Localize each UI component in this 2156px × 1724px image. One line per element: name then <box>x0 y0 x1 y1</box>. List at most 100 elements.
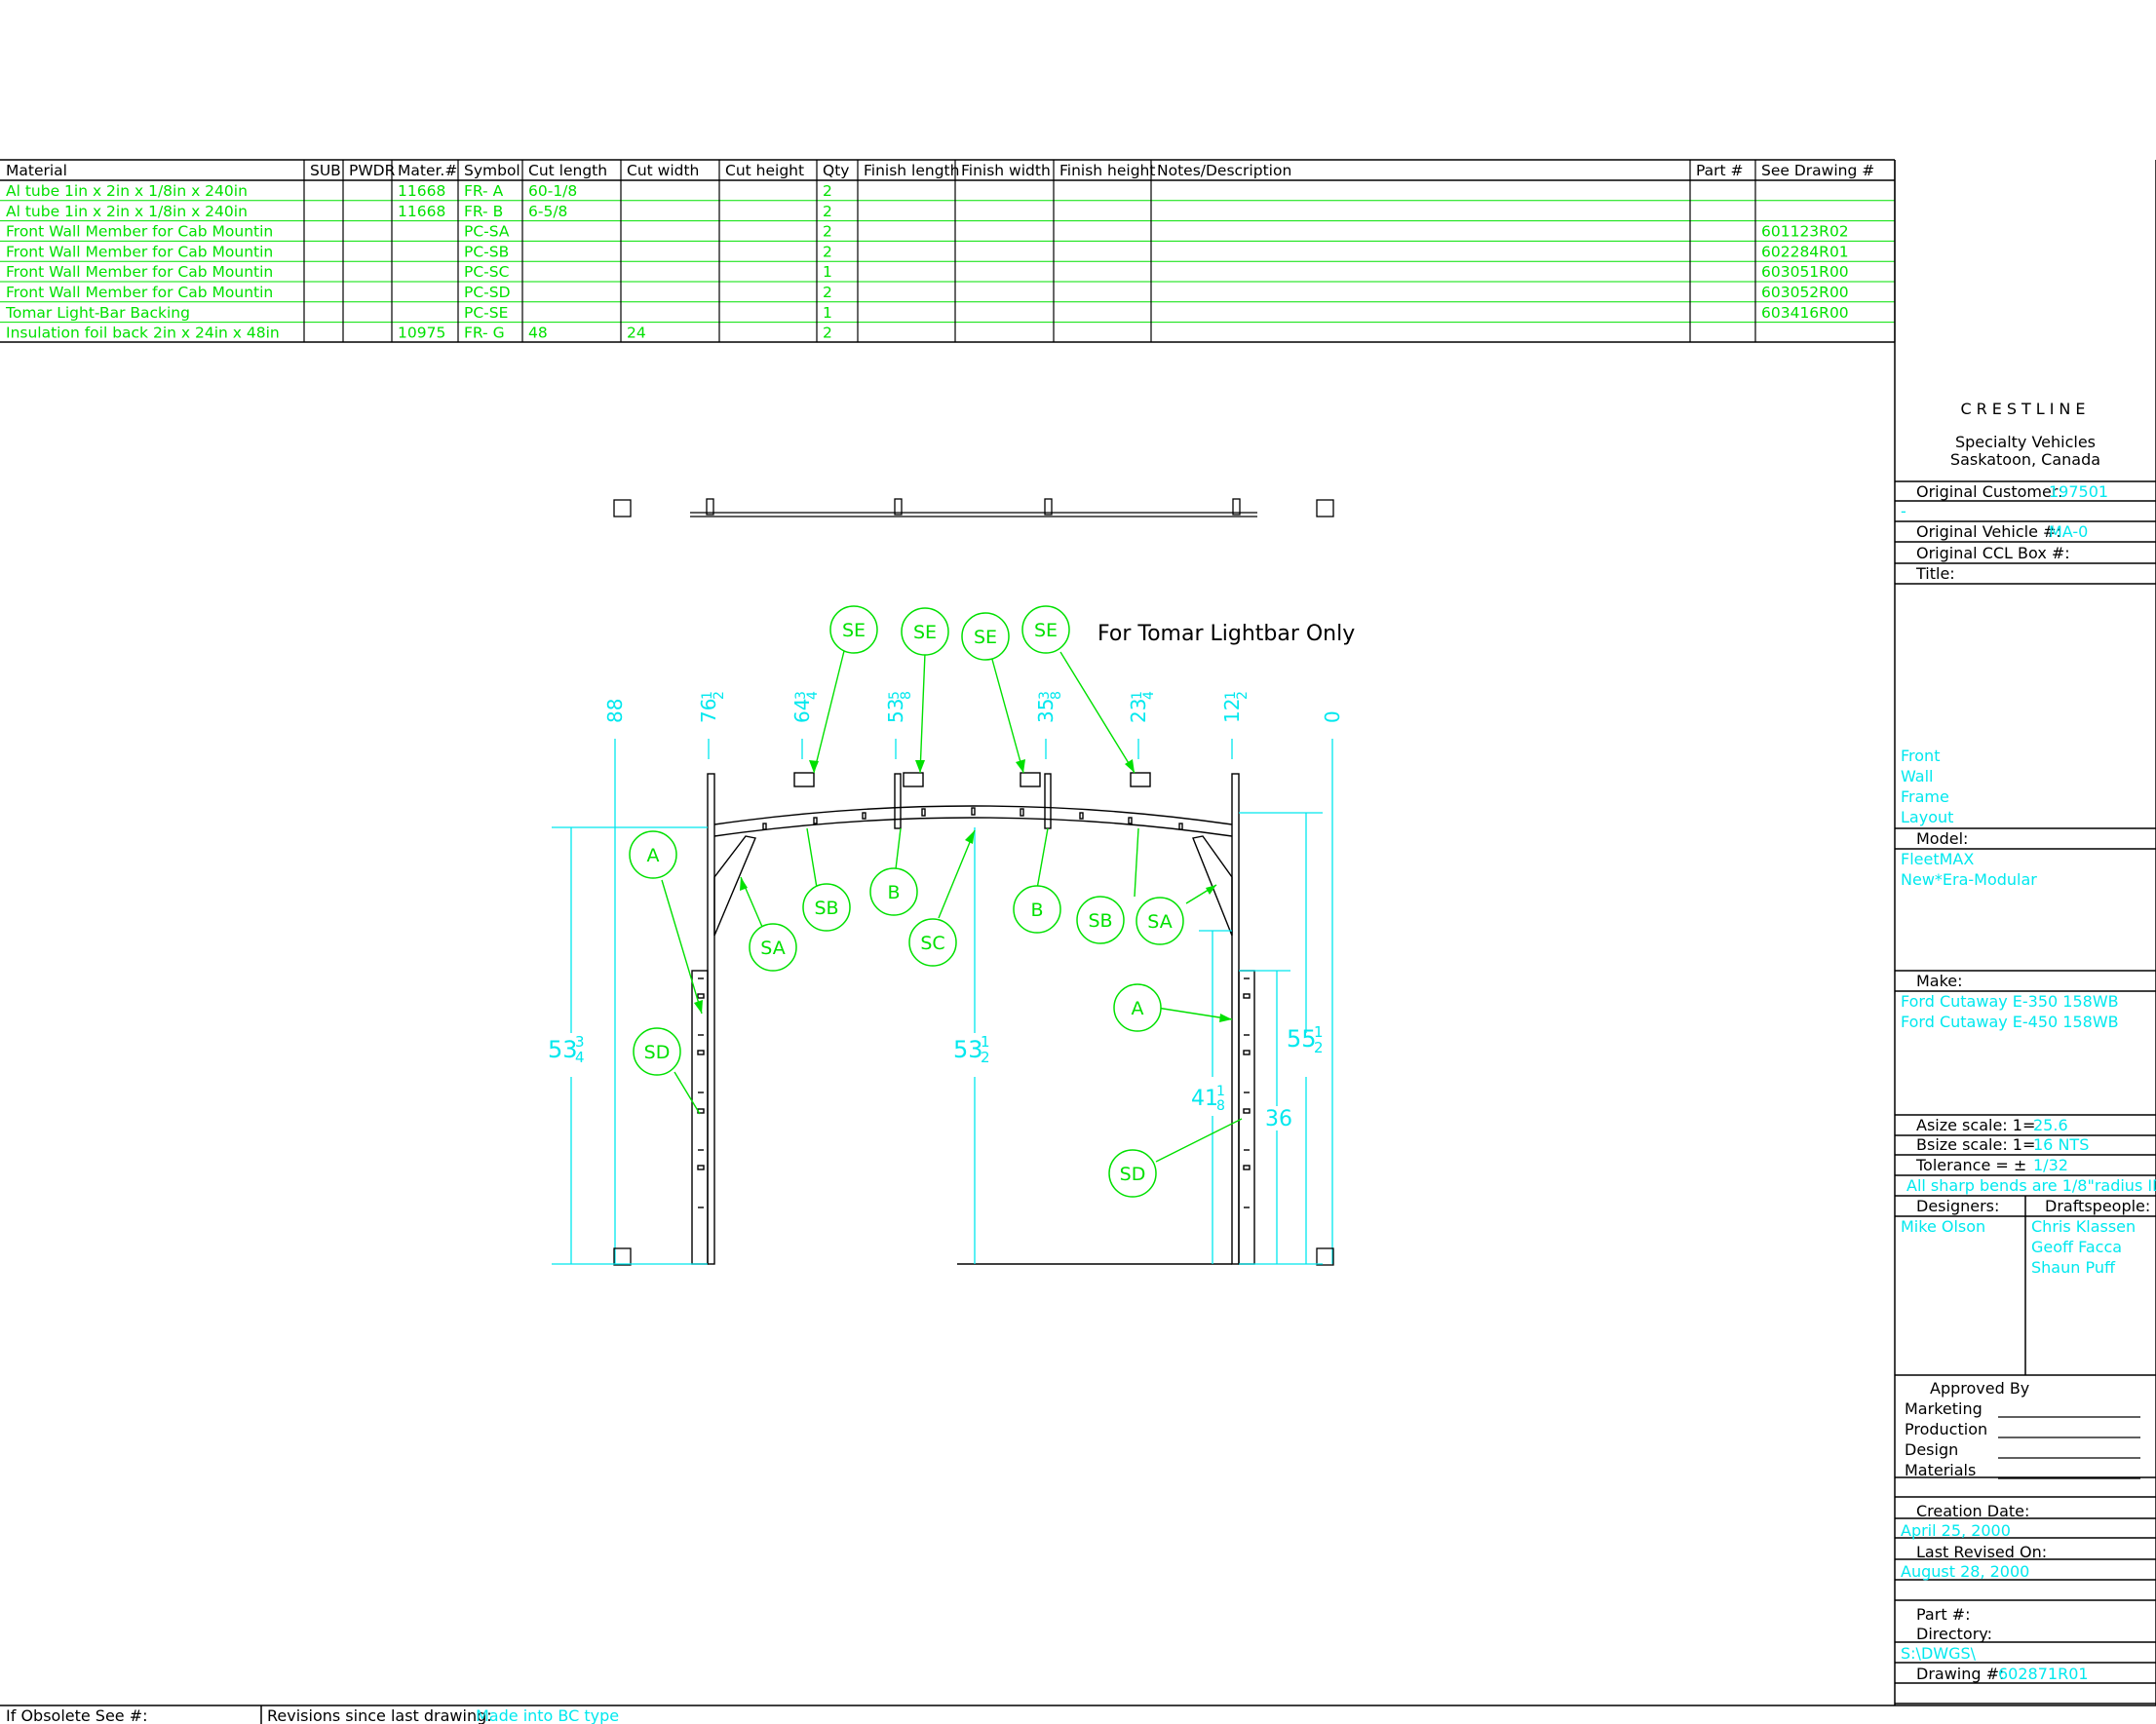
balloon-se2: SE <box>901 607 949 656</box>
balloon-label: SA <box>1147 911 1172 933</box>
balloon-label: SE <box>974 627 997 648</box>
balloon-b1: B <box>869 867 918 916</box>
bom-cell: PC-SE <box>464 304 508 322</box>
balloon-sc: SC <box>908 918 957 967</box>
balloon-label: SB <box>814 898 838 919</box>
bom-header-cell: PWDR <box>349 162 396 179</box>
bom-cell: 6-5/8 <box>528 203 567 220</box>
ordinate-23-den: 4 <box>1141 691 1157 700</box>
drawing-number-label: Drawing #: <box>1916 1665 2004 1683</box>
dim-r2: 36 <box>1265 1107 1292 1131</box>
title-line: Layout <box>1901 808 1953 826</box>
bom-header-cell: Cut height <box>725 162 804 179</box>
balloon-label: SA <box>760 938 785 959</box>
obsolete-label: If Obsolete See #: <box>6 1706 148 1724</box>
balloon-label: SE <box>913 622 937 643</box>
balloon-sd1: SD <box>633 1027 681 1076</box>
balloon-label: A <box>1132 998 1144 1019</box>
bom-cell: 10975 <box>398 325 445 342</box>
bom-cell: 24 <box>627 325 646 342</box>
asize-scale-value: 25.6 <box>2033 1116 2068 1134</box>
dim-r1-den: 8 <box>1216 1098 1225 1114</box>
title-line: Front <box>1901 747 1940 765</box>
bom-header-cell: SUB <box>310 162 341 179</box>
last-revised-label: Last Revised On: <box>1916 1543 2047 1561</box>
bom-cell: Tomar Light-Bar Backing <box>5 304 190 322</box>
dim-left-whole: 53 <box>548 1036 578 1063</box>
ordinate-53-den: 8 <box>899 691 914 700</box>
bom-cell: PC-SA <box>464 223 510 241</box>
bom-cell: PC-SB <box>464 243 509 260</box>
original-ccl-label: Original CCL Box #: <box>1916 544 2070 562</box>
bom-row: Insulation foil back 2in x 24in x 48in 10… <box>6 325 832 342</box>
corner-marker <box>1316 1247 1334 1266</box>
balloon-label: A <box>647 845 660 866</box>
title-value: Front Wall Frame Layout <box>1901 747 1953 826</box>
model-label: Model: <box>1916 829 1968 848</box>
bom-header-cell: Finish width <box>961 162 1051 179</box>
bom-cell: 2 <box>823 182 832 200</box>
approval-design: Design <box>1905 1440 1958 1459</box>
ordinate-0: 0 <box>1321 710 1344 723</box>
bom-cell: 11668 <box>398 182 445 200</box>
front-wall-frame-drawing: For Tomar Lightbar Only 88 76 64 53 35 2… <box>548 498 1355 1266</box>
bom-cell: Front Wall Member for Cab Mountin <box>6 263 273 281</box>
bom-cell: 2 <box>823 203 832 220</box>
balloon-label: B <box>1030 900 1043 921</box>
original-vehicle-value: MA-0 <box>2049 522 2088 541</box>
bom-cell: 601123R02 <box>1761 223 1849 241</box>
corner-marker <box>1316 499 1334 517</box>
bom-header-cell: Material <box>6 162 67 179</box>
balloon-sa1: SA <box>749 923 797 972</box>
creation-date-label: Creation Date: <box>1916 1502 2029 1520</box>
bom-body: Al tube 1in x 2in x 1/8in x 240in 11668 FR… <box>5 182 1849 342</box>
bsize-scale-label: Bsize scale: 1= <box>1916 1135 2035 1154</box>
bom-cell: 11668 <box>398 203 445 220</box>
bom-cell: FR- B <box>464 203 503 220</box>
bom-cell: 1 <box>823 263 832 281</box>
bom-cell: 2 <box>823 243 832 260</box>
bsize-scale-value: 16 NTS <box>2033 1135 2089 1154</box>
approval-marketing: Marketing <box>1905 1399 1983 1418</box>
bom-cell: 1 <box>823 304 832 322</box>
bom-cell: PC-SD <box>464 284 511 301</box>
bom-row: Front Wall Member for Cab Mountin PC-SA 2 6… <box>6 223 1849 241</box>
bom-cell: 60-1/8 <box>528 182 577 200</box>
draftsperson-name: Geoff Facca <box>2031 1238 2122 1256</box>
bend-note: All sharp bends are 1/8"radius ID <box>1906 1176 2156 1195</box>
dim-r1-num: 1 <box>1216 1084 1225 1099</box>
bom-row: Al tube 1in x 2in x 1/8in x 240in 11668 FR… <box>6 203 832 220</box>
ordinate-64: 64 <box>790 699 814 723</box>
original-customer-value: 197501 <box>2049 482 2108 501</box>
bom-row: Front Wall Member for Cab Mountin PC-SD 2 6… <box>6 284 1849 301</box>
corner-marker <box>613 1247 632 1266</box>
dim-r3-den: 2 <box>1314 1039 1324 1056</box>
make-label: Make: <box>1916 972 1963 990</box>
approval-materials: Materials <box>1905 1461 1976 1479</box>
bom-header-cell: Qty <box>823 162 849 179</box>
balloon-sd2: SD <box>1108 1149 1157 1198</box>
part-number-label: Part #: <box>1916 1605 1970 1624</box>
balloon-se3: SE <box>961 612 1010 661</box>
bom-cell: Insulation foil back 2in x 24in x 48in <box>6 325 280 342</box>
bom-header-cell: Part # <box>1696 162 1744 179</box>
dim-left-den: 4 <box>575 1049 585 1066</box>
approval-production: Production <box>1905 1420 1987 1438</box>
make-line: Ford Cutaway E-350 158WB <box>1901 992 2119 1011</box>
bom-row: Tomar Light-Bar Backing PC-SE 1 603416R00 <box>5 304 1849 322</box>
asize-scale-label: Asize scale: 1= <box>1916 1116 2035 1134</box>
dim-r3-whole: 55 <box>1287 1025 1317 1053</box>
ordinate-53: 53 <box>884 699 907 723</box>
bom-cell: 603052R00 <box>1761 284 1849 301</box>
dim-r1-whole: 41 <box>1191 1087 1218 1111</box>
bom-cell: 602284R01 <box>1761 243 1849 260</box>
bill-of-materials-table <box>0 159 1895 343</box>
bom-cell: Front Wall Member for Cab Mountin <box>6 243 273 260</box>
title-line: Wall <box>1901 767 1934 785</box>
balloon-se4: SE <box>1021 605 1070 654</box>
ordinate-64-den: 4 <box>805 691 821 700</box>
bom-cell: 2 <box>823 223 832 241</box>
bom-cell: 48 <box>528 325 548 342</box>
balloon-label: SE <box>842 620 866 641</box>
bom-header-cell: Cut length <box>528 162 607 179</box>
